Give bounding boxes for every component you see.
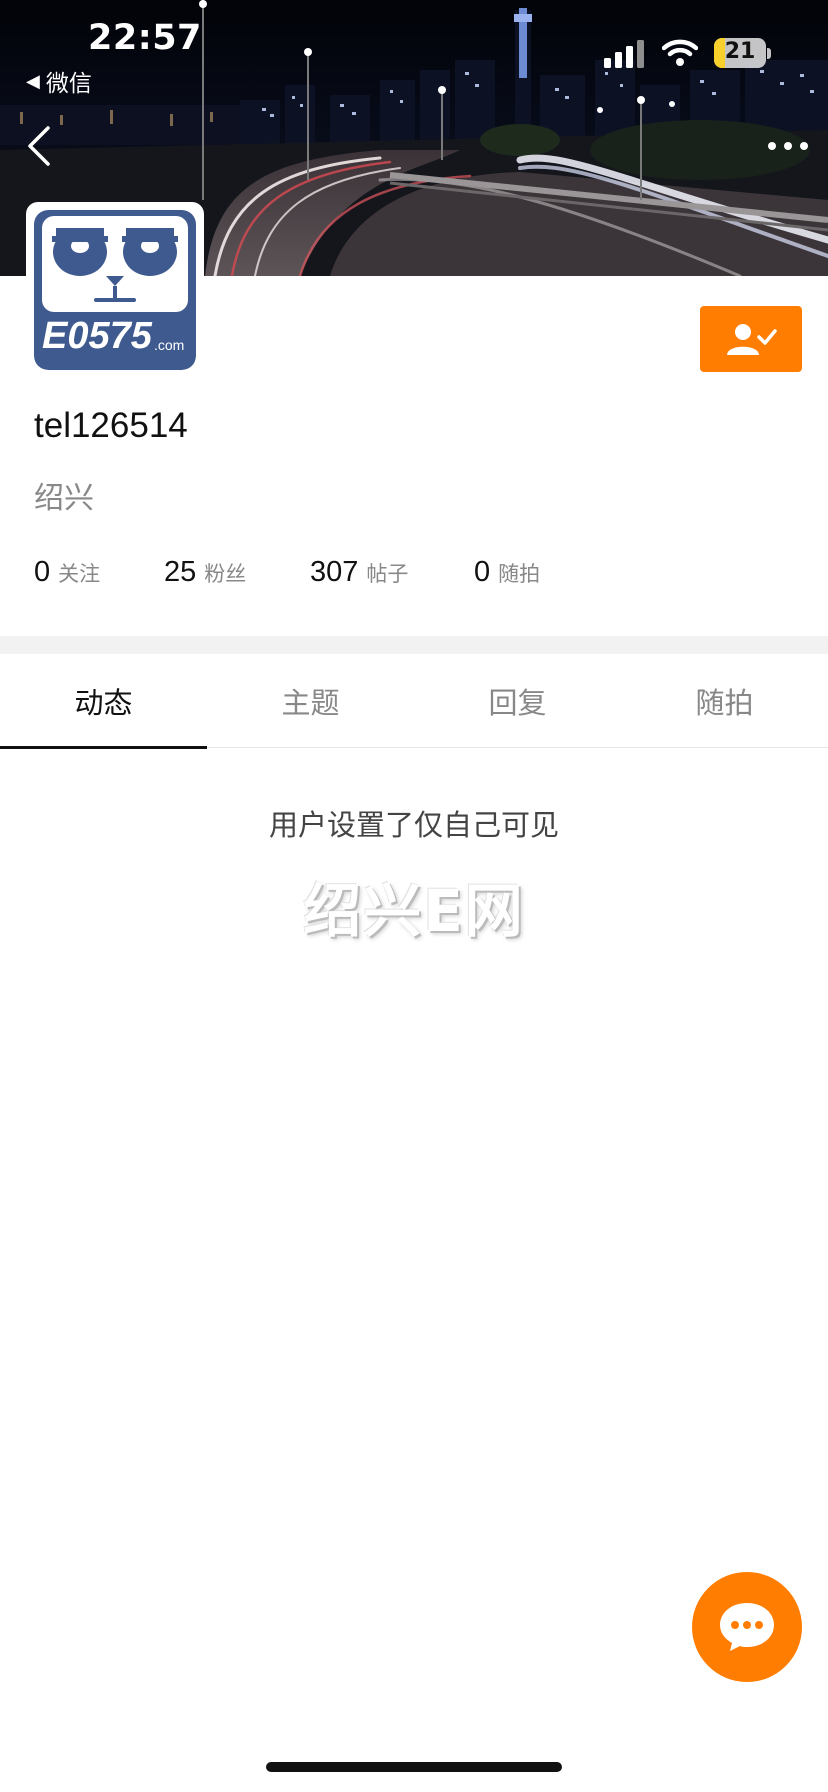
stat-value: 0 <box>474 556 491 588</box>
status-time: 22:57 <box>88 18 202 58</box>
status-bar: 22:57 ◀ 微信 21 <box>0 0 828 98</box>
location: 绍兴 <box>34 481 94 516</box>
back-arrow-icon[interactable] <box>24 124 54 168</box>
stat-following[interactable]: 0 关注 <box>34 556 100 589</box>
tab-snapshots[interactable]: 随拍 <box>621 654 828 748</box>
tab-bar: 动态 主题 回复 随拍 <box>0 654 828 749</box>
tab-replies[interactable]: 回复 <box>414 654 621 748</box>
chat-bubble-icon <box>720 1603 774 1651</box>
home-indicator[interactable] <box>266 1762 562 1772</box>
more-icon[interactable] <box>764 132 812 160</box>
panda-logo-icon: E0575 .com <box>34 210 196 370</box>
stat-value: 307 <box>310 556 359 588</box>
stat-posts[interactable]: 307 帖子 <box>310 556 408 589</box>
stat-value: 25 <box>164 556 197 588</box>
battery-level: 21 <box>724 39 756 64</box>
chat-button[interactable] <box>692 1572 802 1682</box>
site-watermark: 绍兴E网 <box>303 877 525 945</box>
user-check-icon <box>727 324 777 355</box>
wifi-icon <box>662 39 698 66</box>
stat-value: 0 <box>34 556 51 588</box>
stat-fans[interactable]: 25 粉丝 <box>164 556 246 589</box>
avatar[interactable]: E0575 .com <box>26 202 204 378</box>
tab-topics[interactable]: 主题 <box>207 654 414 748</box>
back-to-app-link[interactable]: ◀ 微信 <box>26 64 92 98</box>
stat-label: 帖子 <box>366 562 409 586</box>
stat-label: 随拍 <box>498 562 541 586</box>
stat-snapshots[interactable]: 0 随拍 <box>474 556 540 589</box>
active-tab-indicator <box>0 746 207 749</box>
profile-stats: 0 关注 25 粉丝 307 帖子 0 随拍 <box>0 556 828 600</box>
stat-label: 粉丝 <box>204 562 247 586</box>
follow-button[interactable] <box>700 306 802 372</box>
back-triangle-icon: ◀ <box>26 70 40 92</box>
svg-text:E0575: E0575 <box>42 315 153 357</box>
section-divider <box>0 636 828 654</box>
battery-icon: 21 <box>714 38 771 68</box>
stat-label: 关注 <box>58 562 101 586</box>
username: tel126514 <box>34 406 188 445</box>
privacy-message: 用户设置了仅自己可见 <box>268 808 559 842</box>
back-app-label: 微信 <box>45 71 92 97</box>
signal-icon <box>604 40 644 68</box>
tab-activity[interactable]: 动态 <box>0 654 207 748</box>
svg-text:.com: .com <box>154 337 184 353</box>
